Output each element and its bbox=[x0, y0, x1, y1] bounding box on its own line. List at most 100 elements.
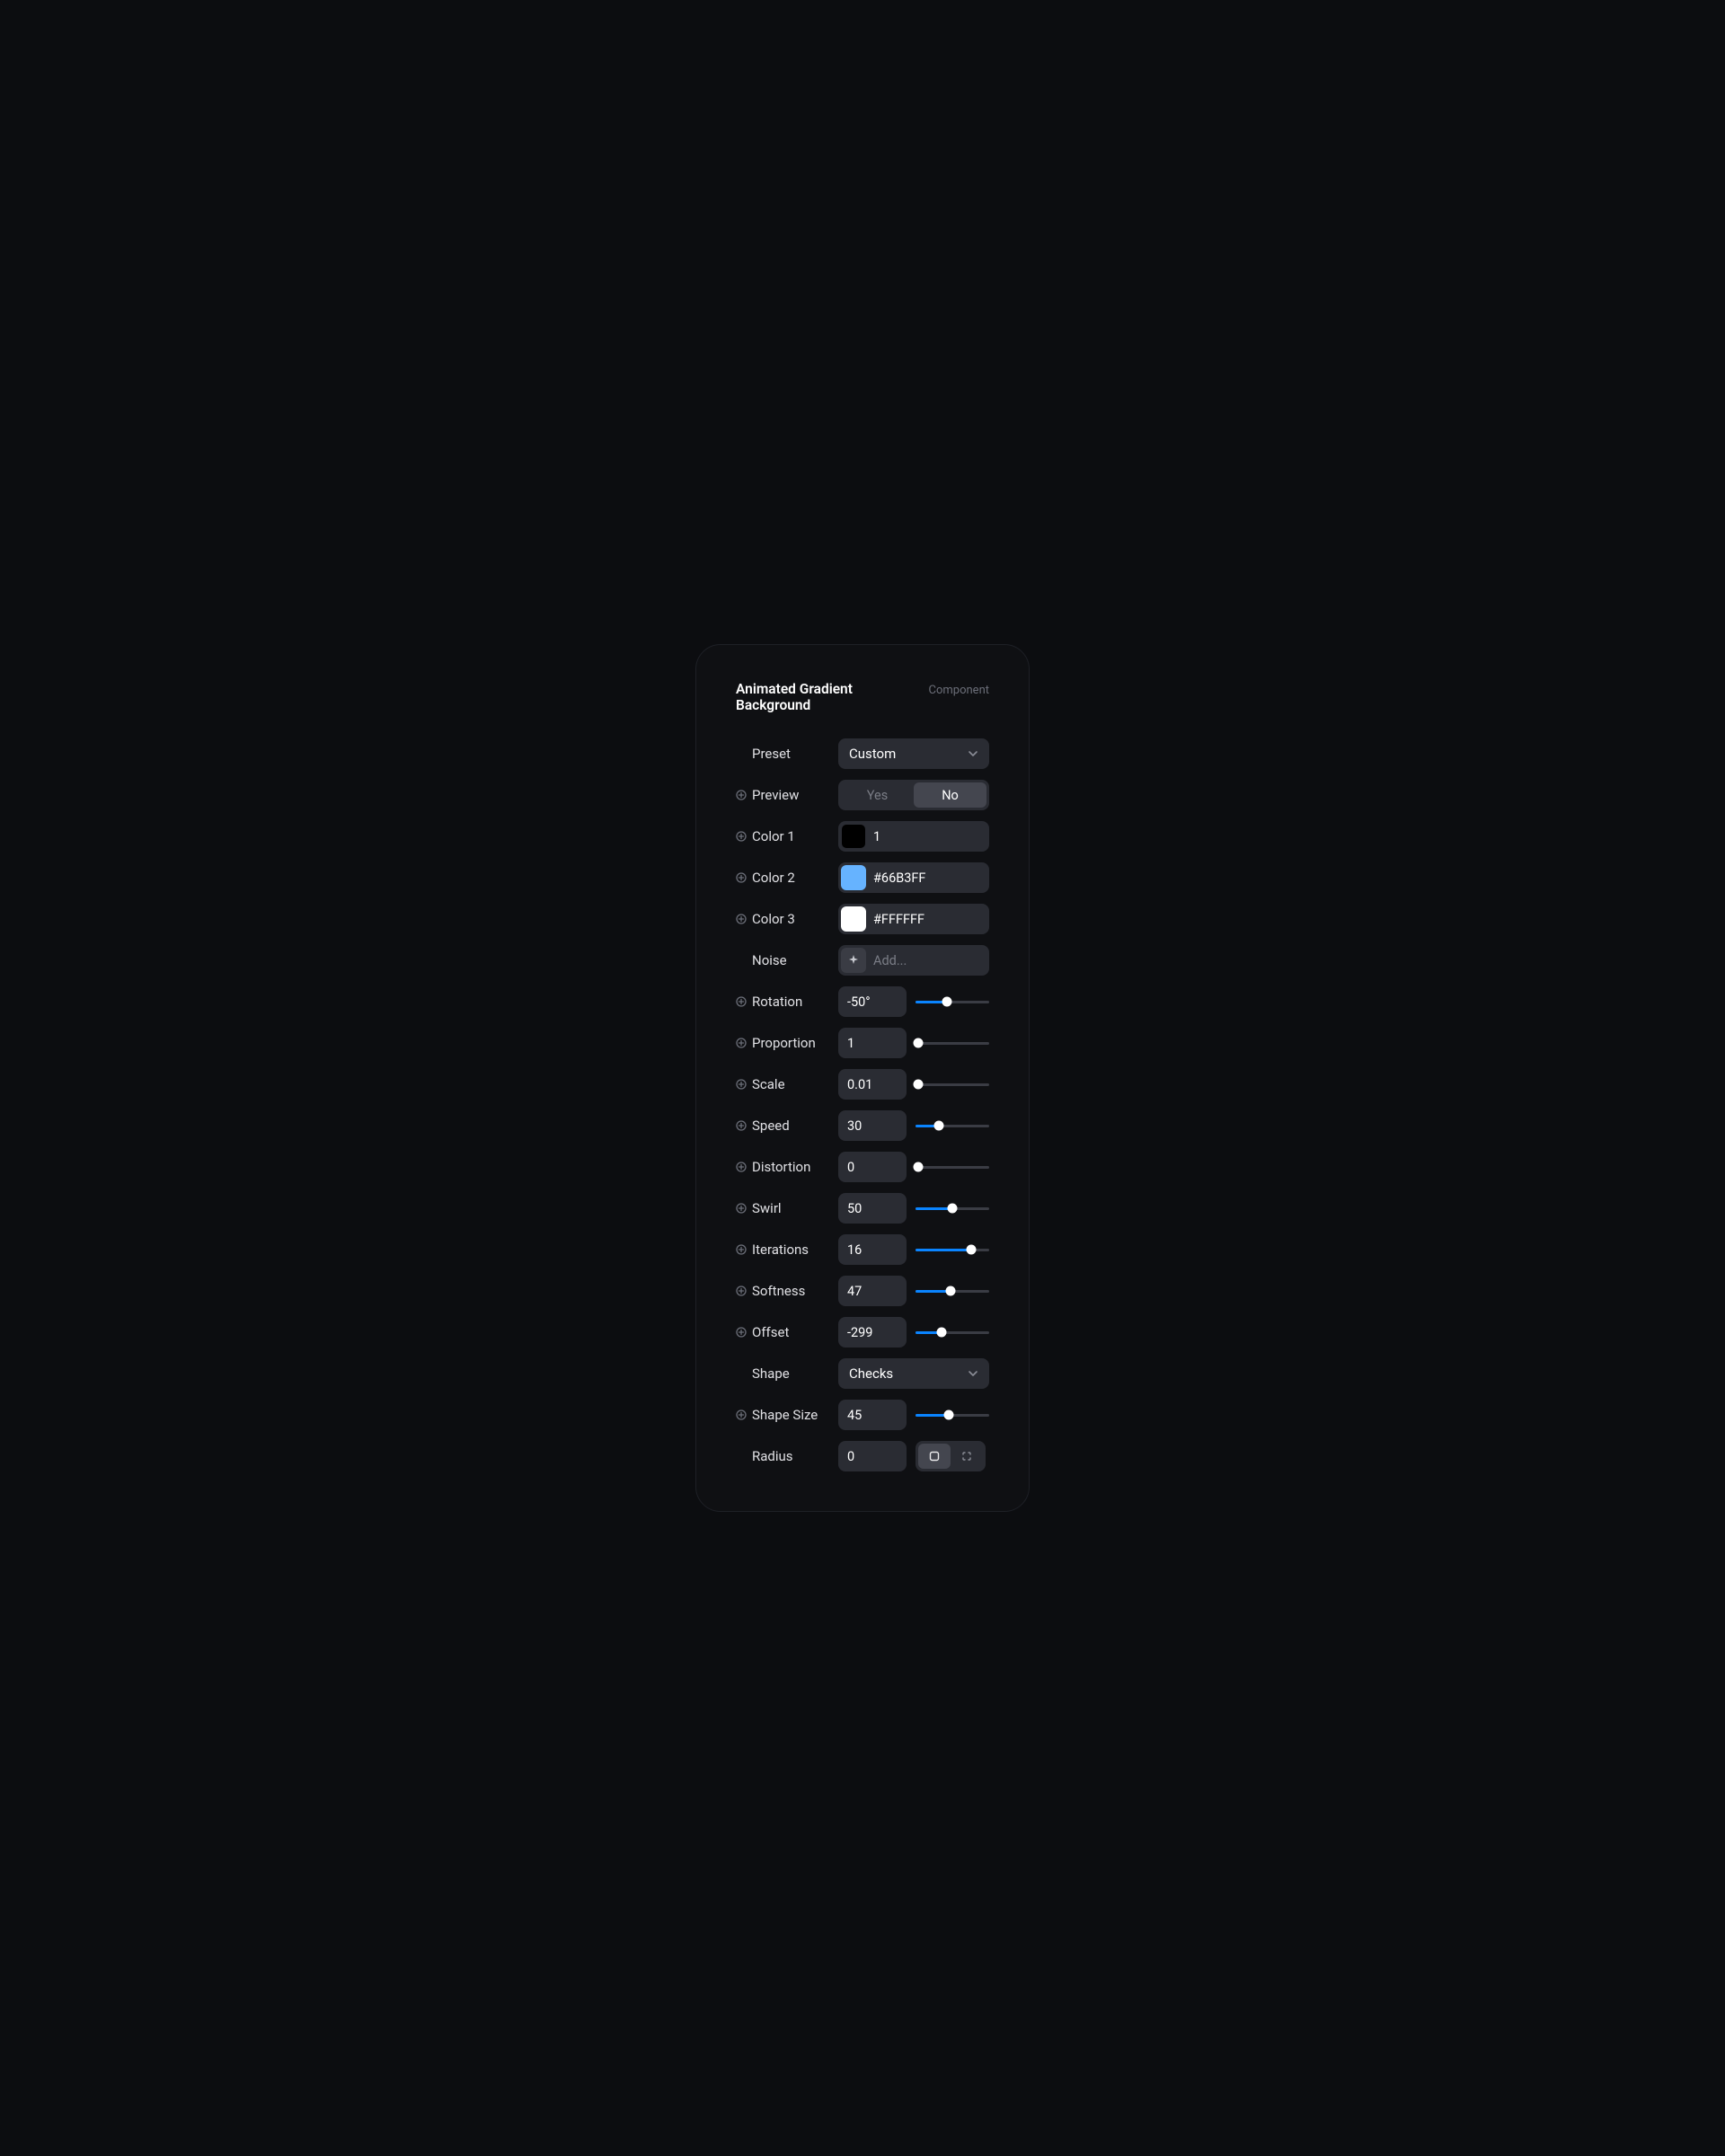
row-shape-size: Shape Size 45 bbox=[736, 1400, 989, 1430]
color3-swatch[interactable] bbox=[841, 906, 866, 932]
row-radius: Radius 0 bbox=[736, 1441, 989, 1471]
speed-input[interactable]: 30 bbox=[838, 1110, 907, 1141]
shape-size-slider[interactable] bbox=[916, 1409, 989, 1421]
sparkle-icon bbox=[847, 954, 860, 967]
iterations-input[interactable]: 16 bbox=[838, 1234, 907, 1265]
preset-value: Custom bbox=[849, 746, 896, 762]
scale-input[interactable]: 0.01 bbox=[838, 1069, 907, 1100]
noise-field[interactable]: Add... bbox=[838, 945, 989, 976]
offset-input[interactable]: -299 bbox=[838, 1317, 907, 1348]
radius-all-button[interactable] bbox=[918, 1444, 951, 1469]
label-speed: Speed bbox=[752, 1118, 838, 1134]
chevron-down-icon bbox=[968, 1368, 978, 1379]
panel-subtitle: Component bbox=[929, 684, 990, 697]
label-iterations: Iterations bbox=[752, 1241, 838, 1258]
label-shape: Shape bbox=[752, 1365, 838, 1382]
row-color1: Color 1 1 bbox=[736, 821, 989, 852]
color1-swatch[interactable] bbox=[841, 824, 866, 849]
label-shape-size: Shape Size bbox=[752, 1407, 838, 1423]
add-variable-icon[interactable] bbox=[736, 1162, 747, 1172]
color3-value: #FFFFFF bbox=[873, 912, 924, 927]
add-variable-icon[interactable] bbox=[736, 790, 747, 800]
label-softness: Softness bbox=[752, 1283, 838, 1299]
radius-input[interactable]: 0 bbox=[838, 1441, 907, 1471]
square-icon bbox=[928, 1450, 941, 1462]
radius-individual-button[interactable] bbox=[951, 1444, 983, 1469]
row-noise: Noise Add... bbox=[736, 945, 989, 976]
label-distortion: Distortion bbox=[752, 1159, 838, 1175]
softness-slider[interactable] bbox=[916, 1285, 989, 1297]
add-variable-icon[interactable] bbox=[736, 1244, 747, 1255]
add-variable-icon[interactable] bbox=[736, 996, 747, 1007]
properties-panel: Animated Gradient Background Component P… bbox=[695, 644, 1030, 1512]
preview-toggle: Yes No bbox=[838, 780, 989, 810]
speed-slider[interactable] bbox=[916, 1119, 989, 1132]
label-offset: Offset bbox=[752, 1324, 838, 1340]
chevron-down-icon bbox=[968, 748, 978, 759]
add-variable-icon[interactable] bbox=[736, 831, 747, 842]
add-variable-icon[interactable] bbox=[736, 872, 747, 883]
label-swirl: Swirl bbox=[752, 1200, 838, 1216]
panel-title: Animated Gradient Background bbox=[736, 681, 929, 713]
noise-icon-box bbox=[841, 948, 866, 973]
preview-yes[interactable]: Yes bbox=[841, 782, 914, 808]
row-offset: Offset -299 bbox=[736, 1317, 989, 1348]
rotation-input[interactable]: -50° bbox=[838, 986, 907, 1017]
color3-field[interactable]: #FFFFFF bbox=[838, 904, 989, 934]
preview-no[interactable]: No bbox=[914, 782, 986, 808]
row-preview: Preview Yes No bbox=[736, 780, 989, 810]
label-scale: Scale bbox=[752, 1076, 838, 1092]
noise-placeholder: Add... bbox=[873, 953, 907, 968]
row-iterations: Iterations 16 bbox=[736, 1234, 989, 1265]
label-preview: Preview bbox=[752, 787, 838, 803]
label-proportion: Proportion bbox=[752, 1035, 838, 1051]
label-color2: Color 2 bbox=[752, 870, 838, 886]
radius-mode-toggle bbox=[916, 1441, 986, 1471]
row-color2: Color 2 #66B3FF bbox=[736, 862, 989, 893]
scale-slider[interactable] bbox=[916, 1078, 989, 1091]
rotation-slider[interactable] bbox=[916, 995, 989, 1008]
row-proportion: Proportion 1 bbox=[736, 1028, 989, 1058]
shape-value: Checks bbox=[849, 1365, 893, 1382]
color1-value: 1 bbox=[873, 829, 880, 844]
add-variable-icon[interactable] bbox=[736, 1286, 747, 1296]
swirl-slider[interactable] bbox=[916, 1202, 989, 1215]
color2-field[interactable]: #66B3FF bbox=[838, 862, 989, 893]
distortion-input[interactable]: 0 bbox=[838, 1152, 907, 1182]
add-variable-icon[interactable] bbox=[736, 1038, 747, 1048]
add-variable-icon[interactable] bbox=[736, 1079, 747, 1090]
proportion-input[interactable]: 1 bbox=[838, 1028, 907, 1058]
offset-slider[interactable] bbox=[916, 1326, 989, 1339]
label-rotation: Rotation bbox=[752, 994, 838, 1010]
label-preset: Preset bbox=[752, 746, 838, 762]
panel-header: Animated Gradient Background Component bbox=[736, 681, 989, 713]
add-variable-icon[interactable] bbox=[736, 1120, 747, 1131]
softness-input[interactable]: 47 bbox=[838, 1276, 907, 1306]
row-speed: Speed 30 bbox=[736, 1110, 989, 1141]
add-variable-icon[interactable] bbox=[736, 1327, 747, 1338]
label-radius: Radius bbox=[752, 1448, 838, 1464]
corners-icon bbox=[960, 1450, 973, 1462]
add-variable-icon[interactable] bbox=[736, 914, 747, 924]
proportion-slider[interactable] bbox=[916, 1037, 989, 1049]
swirl-input[interactable]: 50 bbox=[838, 1193, 907, 1224]
distortion-slider[interactable] bbox=[916, 1161, 989, 1173]
row-swirl: Swirl 50 bbox=[736, 1193, 989, 1224]
color1-field[interactable]: 1 bbox=[838, 821, 989, 852]
row-softness: Softness 47 bbox=[736, 1276, 989, 1306]
row-shape: Shape Checks bbox=[736, 1358, 989, 1389]
add-variable-icon[interactable] bbox=[736, 1203, 747, 1214]
label-color3: Color 3 bbox=[752, 911, 838, 927]
add-variable-icon[interactable] bbox=[736, 1409, 747, 1420]
iterations-slider[interactable] bbox=[916, 1243, 989, 1256]
color2-swatch[interactable] bbox=[841, 865, 866, 890]
row-distortion: Distortion 0 bbox=[736, 1152, 989, 1182]
label-color1: Color 1 bbox=[752, 828, 838, 844]
row-preset: Preset Custom bbox=[736, 738, 989, 769]
label-noise: Noise bbox=[752, 952, 838, 968]
preset-select[interactable]: Custom bbox=[838, 738, 989, 769]
row-scale: Scale 0.01 bbox=[736, 1069, 989, 1100]
shape-size-input[interactable]: 45 bbox=[838, 1400, 907, 1430]
shape-select[interactable]: Checks bbox=[838, 1358, 989, 1389]
color2-value: #66B3FF bbox=[873, 870, 925, 886]
